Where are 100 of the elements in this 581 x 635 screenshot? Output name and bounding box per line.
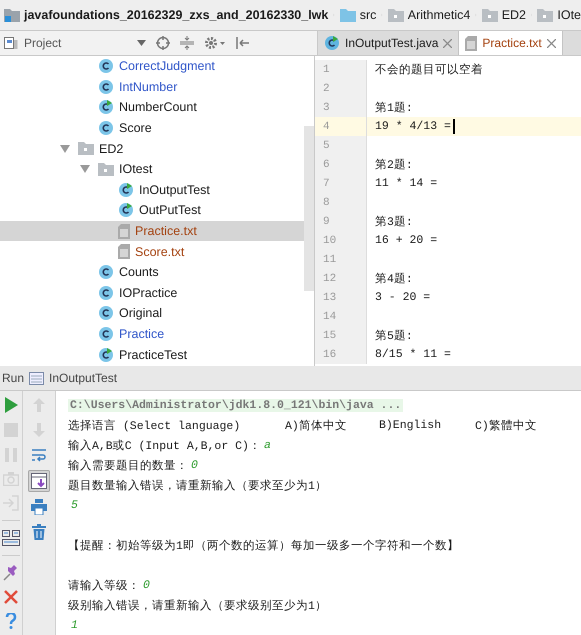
folder-icon xyxy=(78,142,94,156)
class-icon xyxy=(98,120,114,136)
code-line: 3 - 20 = xyxy=(375,291,430,304)
folder-icon xyxy=(98,162,114,176)
code-line: 19 * 4/13 = xyxy=(375,120,451,133)
tree-item[interactable]: InOutputTest xyxy=(0,180,304,200)
breadcrumb-item[interactable]: javafoundations_20162329_zxs_and_20162330_lwk xyxy=(4,8,328,22)
code-line: 第5题: xyxy=(375,328,413,343)
line-number: 6 xyxy=(315,155,367,174)
code-line: 不会的题目可以空着 xyxy=(375,62,483,77)
tree-item[interactable]: IOtest xyxy=(0,158,304,180)
console-window-icon xyxy=(29,372,44,384)
tree-item[interactable]: OutPutTest xyxy=(0,200,304,221)
tree-item[interactable]: Original xyxy=(0,303,304,324)
class-icon xyxy=(98,326,114,342)
code-line: 第4题: xyxy=(375,272,413,286)
breadcrumb-item[interactable]: IOte xyxy=(537,8,581,22)
dropdown-icon[interactable] xyxy=(137,40,146,46)
close-icon[interactable] xyxy=(4,590,18,604)
line-number: 14 xyxy=(315,307,367,326)
class-icon xyxy=(98,264,114,280)
pin-icon[interactable] xyxy=(3,565,19,581)
tree-item[interactable]: PracticeTest xyxy=(0,344,304,365)
scroll-to-end-button[interactable] xyxy=(28,470,50,492)
tree-item[interactable]: Counts xyxy=(0,262,304,283)
close-icon[interactable] xyxy=(443,38,452,48)
run-configuration-tab[interactable]: InOutputTest xyxy=(49,371,118,385)
hide-panel-icon[interactable] xyxy=(236,36,250,50)
line-number: 5 xyxy=(315,136,367,155)
line-number: 7 xyxy=(315,174,367,193)
user-input-text: 0 xyxy=(191,458,198,472)
tree-item[interactable]: ED2 xyxy=(0,138,304,159)
user-input-text: 0 xyxy=(143,578,150,592)
project-view-selector[interactable]: Project xyxy=(4,36,62,50)
tree-item[interactable]: Practice xyxy=(0,324,304,344)
text-file-icon xyxy=(465,36,478,50)
close-icon[interactable] xyxy=(546,38,556,48)
console-output: 请输入等级： xyxy=(68,578,140,592)
user-input-text: a xyxy=(264,438,271,452)
folder-icon xyxy=(482,8,498,22)
class-icon xyxy=(98,305,114,322)
line-number: 9 xyxy=(315,212,367,231)
text-caret xyxy=(452,119,455,134)
console-output: 题目数量输入错误，请重新输入（要求至少为1） xyxy=(68,478,327,492)
collapse-icon[interactable] xyxy=(180,36,194,50)
breadcrumb-item[interactable]: Arithmetic4 xyxy=(388,8,470,22)
code-line: 第1题: xyxy=(375,100,413,115)
code-line: 8/15 * 11 = xyxy=(375,348,451,361)
class-icon xyxy=(98,284,114,301)
line-number: 2 xyxy=(315,79,367,98)
line-number: 1 xyxy=(315,60,367,79)
console-output: 输入A,B或C (Input A,B,or C)： xyxy=(68,438,261,452)
text-file-icon xyxy=(118,244,130,260)
run-tab-label[interactable]: Run xyxy=(2,371,24,385)
scrollbar-thumb[interactable] xyxy=(304,126,314,291)
help-icon[interactable] xyxy=(5,613,17,629)
layout-icon[interactable] xyxy=(2,530,20,546)
tree-item[interactable]: Practice.txt xyxy=(0,220,304,242)
class-run-icon xyxy=(98,99,114,116)
class-icon xyxy=(98,58,114,74)
run-icon[interactable] xyxy=(3,397,19,413)
expand-arrow-icon[interactable] xyxy=(80,165,90,174)
console-output: C)繁體中文 xyxy=(475,418,537,432)
project-folder-icon xyxy=(4,8,20,22)
line-number: 11 xyxy=(315,250,367,269)
expand-arrow-icon[interactable] xyxy=(60,144,70,153)
tree-item[interactable]: IntNumber xyxy=(0,76,304,98)
tree-item[interactable]: Score.txt xyxy=(0,241,304,262)
breadcrumb-item[interactable]: ED2 xyxy=(482,8,526,22)
locate-icon[interactable] xyxy=(156,36,170,50)
console-output: 输入需要题目的数量： xyxy=(68,458,188,472)
breadcrumb-item[interactable]: src xyxy=(340,8,376,22)
class-run-icon xyxy=(324,35,340,51)
print-button[interactable] xyxy=(29,497,49,517)
tree-item[interactable]: Score xyxy=(0,118,304,138)
project-view-icon xyxy=(4,36,18,50)
class-run-icon xyxy=(118,182,134,198)
line-number: 15 xyxy=(315,326,367,345)
settings-icon[interactable] xyxy=(204,36,226,50)
tree-item[interactable]: CorrectJudgment xyxy=(0,56,304,77)
line-number: 13 xyxy=(315,288,367,307)
code-line: 16 + 20 = xyxy=(375,234,438,247)
line-number: 3 xyxy=(315,98,367,117)
line-number: 10 xyxy=(315,231,367,250)
user-input-text: 5 xyxy=(71,498,78,512)
line-number: 16 xyxy=(315,345,367,364)
code-line: 11 * 14 = xyxy=(375,177,438,190)
folder-icon xyxy=(388,8,404,22)
code-line: 第2题: xyxy=(375,158,413,172)
tree-item[interactable]: NumberCount xyxy=(0,97,304,118)
tree-item[interactable]: IOPractice xyxy=(0,282,304,304)
line-number: 8 xyxy=(315,193,367,212)
code-line: 第3题: xyxy=(375,214,413,229)
clear-button[interactable] xyxy=(29,522,49,542)
console-output: 选择语言 (Select language) xyxy=(68,418,242,432)
user-input-text: 1 xyxy=(71,618,78,632)
editor-tab[interactable]: Practice.txt xyxy=(459,31,563,55)
console-output: B)English xyxy=(379,418,442,432)
folder-icon xyxy=(537,8,554,22)
class-icon xyxy=(98,78,114,95)
